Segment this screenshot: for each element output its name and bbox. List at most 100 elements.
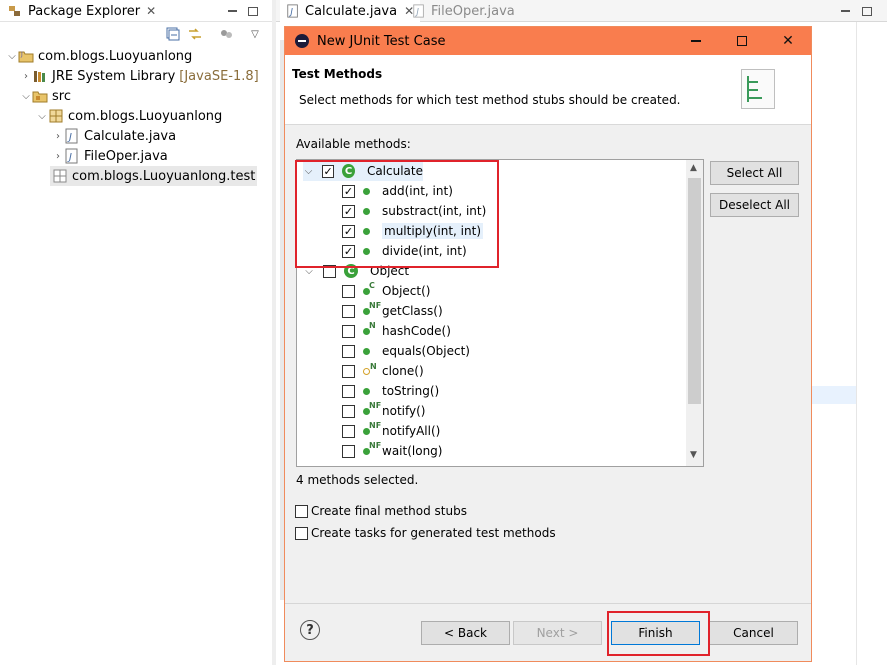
java-file-icon: J [65, 148, 78, 164]
list-item-method[interactable]: NF notify() [342, 401, 425, 421]
method-badge: NF [369, 400, 382, 410]
chevron-right-icon[interactable]: › [52, 150, 64, 162]
dialog-button-bar: ? < Back Next > Finish Cancel [285, 603, 811, 661]
junit-wizard-icon [741, 69, 775, 109]
checkbox[interactable] [342, 324, 355, 338]
list-item-method[interactable]: NF wait(long) [342, 441, 442, 461]
scroll-up-icon[interactable]: ▲ [690, 163, 697, 173]
minimize-window-button[interactable] [673, 27, 719, 55]
native-final-method-icon: NF [363, 401, 381, 415]
tree-item-test-package[interactable]: com.blogs.Luoyuanlong.test [50, 166, 258, 186]
native-method-icon: N [363, 321, 376, 335]
chevron-right-icon[interactable]: › [52, 130, 64, 142]
tree-item-jre[interactable]: › JRE System Library [JavaSE-1.8] [20, 66, 259, 86]
tree-item-label: com.blogs.Luoyuanlong [38, 48, 193, 64]
dialog-header: Test Methods Select methods for which te… [285, 55, 811, 125]
close-tab-icon[interactable]: ✕ [146, 4, 156, 18]
selection-status: 4 methods selected. [296, 473, 419, 487]
tree-item-package[interactable]: ⌵ com.blogs.Luoyuanlong [36, 106, 222, 126]
chevron-down-icon[interactable]: ⌵ [6, 50, 18, 62]
method-label: toString() [382, 384, 440, 398]
focus-icon[interactable] [218, 26, 234, 42]
new-junit-test-case-dialog: New JUnit Test Case ✕ Test Methods Selec… [284, 26, 812, 662]
collapse-all-icon[interactable] [165, 26, 181, 42]
checkbox[interactable] [342, 304, 355, 318]
minimize-icon[interactable] [837, 3, 853, 19]
back-label: < Back [443, 626, 487, 640]
tree-item-decoration: [JavaSE-1.8] [179, 68, 259, 84]
tree-item-label: JRE System Library [52, 68, 176, 84]
chevron-down-icon[interactable]: ⌵ [20, 90, 32, 102]
chevron-down-icon[interactable]: ⌵ [36, 110, 48, 122]
editor-tab-fileoper[interactable]: J FileOper.java [406, 0, 521, 22]
library-icon [34, 71, 45, 82]
checkbox[interactable] [342, 284, 355, 298]
tree-item-calculate-java[interactable]: › J Calculate.java [52, 126, 176, 146]
method-badge: N [370, 361, 377, 371]
maximize-icon[interactable] [245, 3, 261, 19]
select-all-button[interactable]: Select All [710, 161, 799, 185]
method-label: wait(long) [382, 444, 443, 458]
checkbox[interactable] [342, 344, 355, 358]
chevron-right-icon[interactable]: › [20, 70, 32, 82]
package-explorer-icon [9, 6, 20, 16]
close-window-button[interactable]: ✕ [765, 27, 811, 55]
list-item-method[interactable]: NF notifyAll() [342, 421, 440, 441]
native-final-method-icon: NF [363, 441, 381, 455]
option-label: Create tasks for generated test methods [311, 526, 556, 540]
vertical-scrollbar[interactable]: ▲ ▼ [686, 160, 703, 466]
checkbox[interactable] [342, 424, 355, 438]
package-icon [49, 109, 63, 123]
list-item-method[interactable]: N hashCode() [342, 321, 451, 341]
deselect-all-label: Deselect All [719, 198, 790, 212]
checkbox[interactable] [342, 444, 355, 458]
tree-item-src[interactable]: ⌵ src [20, 86, 71, 106]
method-badge: N [369, 320, 376, 330]
editor-tab-calculate[interactable]: J Calculate.java ✕ [280, 0, 421, 22]
public-method-icon [363, 387, 370, 395]
tree-item-fileoper-java[interactable]: › J FileOper.java [52, 146, 168, 166]
cancel-button[interactable]: Cancel [709, 621, 798, 645]
dialog-title-bar[interactable]: New JUnit Test Case ✕ [285, 27, 811, 55]
available-methods-label: Available methods: [296, 137, 411, 151]
tree-item-project[interactable]: ⌵ J com.blogs.Luoyuanlong [6, 46, 192, 66]
deselect-all-button[interactable]: Deselect All [710, 193, 799, 217]
next-button[interactable]: Next > [513, 621, 602, 645]
method-label: equals(Object) [382, 344, 470, 358]
back-button[interactable]: < Back [421, 621, 510, 645]
view-menu-icon[interactable]: ▽ [247, 26, 263, 42]
checkbox[interactable] [342, 384, 355, 398]
scroll-down-icon[interactable]: ▼ [690, 450, 697, 460]
list-item-method[interactable]: toString() [342, 381, 439, 401]
maximize-window-button[interactable] [719, 27, 765, 55]
method-label: notifyAll() [382, 424, 441, 438]
editor-tab-label: FileOper.java [431, 3, 515, 19]
tree-item-label: com.blogs.Luoyuanlong.test [72, 168, 256, 184]
method-label: getClass() [382, 304, 443, 318]
checkbox[interactable] [342, 404, 355, 418]
tree-item-label: Calculate.java [84, 128, 177, 144]
method-badge: NF [369, 420, 382, 430]
java-file-icon: J [65, 128, 78, 144]
method-label: notify() [382, 404, 426, 418]
create-tasks-option[interactable]: Create tasks for generated test methods [295, 526, 556, 540]
checkbox[interactable] [295, 504, 308, 518]
link-with-editor-icon[interactable] [187, 26, 203, 42]
annotation-highlight-box [295, 160, 499, 268]
list-item-method[interactable]: N clone() [342, 361, 424, 381]
package-explorer-tab[interactable]: Package Explorer ✕ [0, 0, 162, 22]
select-all-label: Select All [726, 166, 783, 180]
checkbox[interactable] [295, 526, 308, 540]
help-icon[interactable]: ? [300, 620, 320, 640]
maximize-icon[interactable] [859, 3, 875, 19]
tree-item-label: FileOper.java [84, 148, 168, 164]
svg-text:J: J [20, 51, 23, 58]
list-item-method[interactable]: NF getClass() [342, 301, 443, 321]
scrollbar-thumb[interactable] [688, 178, 701, 404]
list-item-method[interactable]: equals(Object) [342, 341, 470, 361]
next-label: Next > [536, 626, 579, 640]
checkbox[interactable] [342, 364, 355, 378]
minimize-icon[interactable] [224, 3, 240, 19]
list-item-method[interactable]: C Object() [342, 281, 430, 301]
final-stubs-option[interactable]: Create final method stubs [295, 504, 467, 518]
